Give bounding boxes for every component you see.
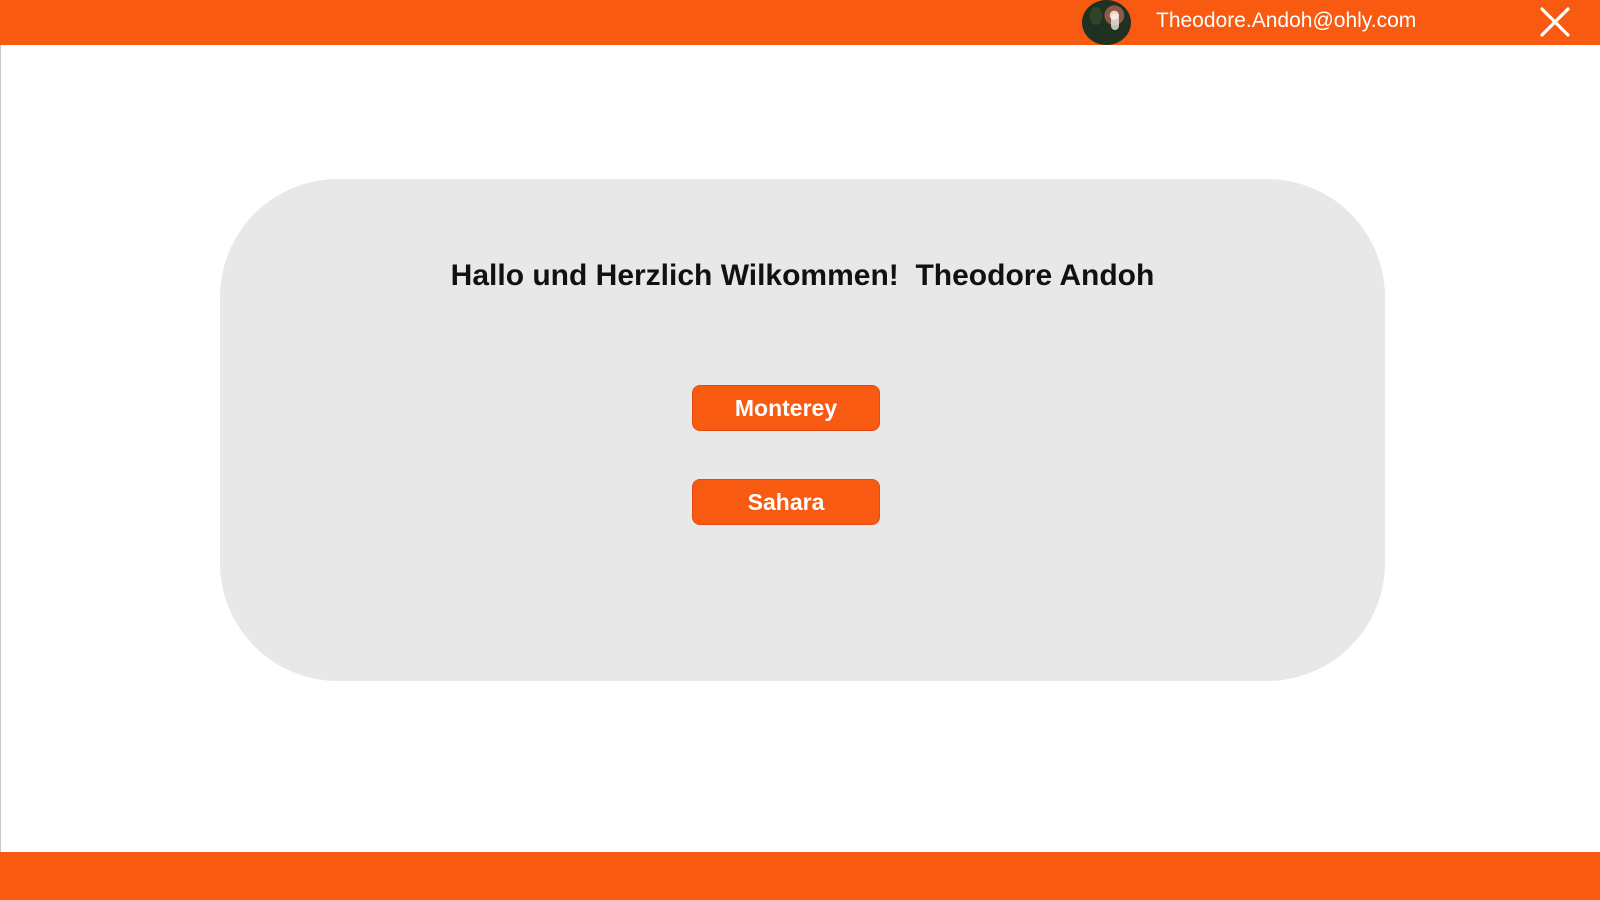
user-avatar[interactable] bbox=[1082, 0, 1131, 45]
monterey-button[interactable]: Monterey bbox=[692, 385, 880, 431]
welcome-heading: Hallo und Herzlich Wilkommen! Theodore A… bbox=[450, 259, 1155, 292]
close-icon bbox=[1540, 7, 1570, 37]
close-button[interactable] bbox=[1536, 3, 1574, 41]
left-border-line bbox=[0, 45, 1, 852]
bottom-bar bbox=[0, 852, 1600, 900]
welcome-card: Hallo und Herzlich Wilkommen! Theodore A… bbox=[220, 179, 1385, 681]
user-email: Theodore.Andoh@ohly.com bbox=[1156, 9, 1417, 32]
sahara-button[interactable]: Sahara bbox=[692, 479, 880, 525]
